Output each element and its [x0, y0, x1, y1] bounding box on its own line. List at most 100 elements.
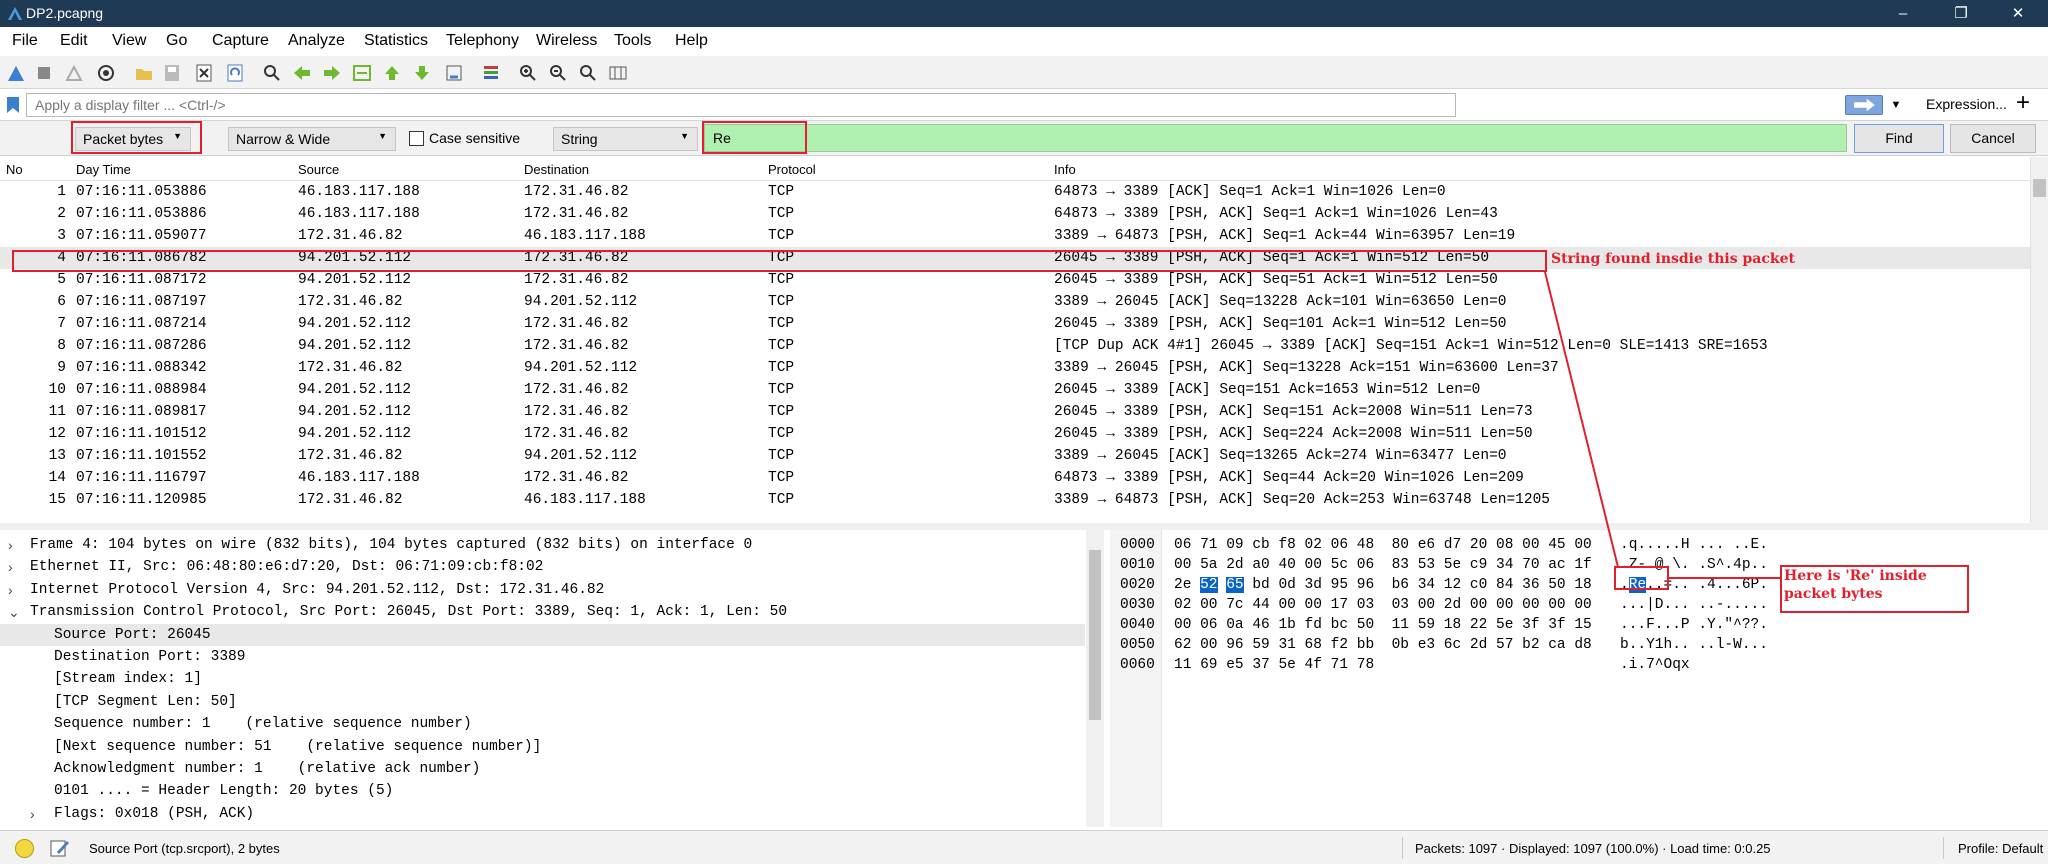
hex-byte[interactable]: 00 — [1174, 617, 1191, 633]
hex-byte[interactable]: 00 — [1200, 597, 1217, 613]
hex-byte[interactable]: 1b — [1278, 617, 1295, 633]
hex-byte[interactable]: 3f — [1522, 617, 1539, 633]
hex-byte[interactable]: 20 — [1470, 537, 1487, 553]
packet-row[interactable]: 7 07:16:11.087214 94.201.52.112 172.31.46.8… — [0, 313, 2030, 335]
hex-byte[interactable]: bb — [1357, 637, 1374, 653]
hex-byte[interactable]: 36 — [1522, 577, 1539, 593]
find-button[interactable]: Find — [1854, 124, 1944, 153]
hex-byte[interactable]: 96 — [1357, 577, 1374, 593]
hex-byte[interactable]: fd — [1305, 617, 1322, 633]
hex-byte[interactable]: 65 — [1226, 577, 1244, 593]
open-file-icon[interactable] — [134, 63, 154, 83]
hex-byte[interactable]: 5c — [1331, 557, 1348, 573]
search-type-select[interactable]: String ▼ — [553, 127, 698, 151]
hex-byte[interactable]: 00 — [1305, 557, 1322, 573]
hex-byte[interactable]: 59 — [1418, 617, 1435, 633]
bookmark-icon[interactable] — [5, 96, 21, 114]
menu-edit[interactable]: Edit — [60, 32, 88, 50]
hex-byte[interactable]: 4f — [1305, 657, 1322, 673]
hex-byte[interactable]: 50 — [1357, 617, 1374, 633]
hex-byte[interactable]: 00 — [1200, 637, 1217, 653]
hex-byte[interactable]: 83 — [1392, 557, 1409, 573]
hex-byte[interactable]: 00 — [1574, 597, 1591, 613]
hex-byte[interactable]: 03 — [1357, 597, 1374, 613]
menu-go[interactable]: Go — [166, 32, 187, 50]
hex-byte[interactable]: 18 — [1574, 577, 1591, 593]
start-capture-icon[interactable] — [6, 63, 26, 83]
hex-byte[interactable]: 5a — [1200, 557, 1217, 573]
hex-byte[interactable]: 00 — [1278, 597, 1295, 613]
zoom-in-icon[interactable] — [518, 63, 538, 83]
hex-byte[interactable]: e5 — [1226, 657, 1243, 673]
hex-byte[interactable]: 15 — [1574, 617, 1591, 633]
close-button[interactable]: ✕ — [1995, 0, 2041, 27]
hex-byte[interactable]: 00 — [1305, 597, 1322, 613]
hex-byte[interactable]: 59 — [1252, 637, 1269, 653]
packet-row[interactable]: 11 07:16:11.089817 94.201.52.112 172.31.46.… — [0, 401, 2030, 423]
hex-byte[interactable]: 84 — [1496, 577, 1513, 593]
packet-row[interactable]: 2 07:16:11.053886 46.183.117.188 172.31.46.… — [0, 203, 2030, 225]
details-scrollbar[interactable] — [1086, 530, 1104, 827]
stop-capture-icon[interactable] — [34, 63, 54, 83]
hex-byte[interactable]: 5e — [1444, 557, 1461, 573]
detail-line[interactable]: › Internet Protocol Version 4, Src: 94.20… — [0, 579, 1085, 601]
packet-row[interactable]: 15 07:16:11.120985 172.31.46.82 46.183.117.… — [0, 489, 2030, 511]
find-string-input[interactable] — [704, 124, 1847, 152]
hex-byte[interactable]: bd — [1252, 577, 1269, 593]
apply-filter-arrow-icon[interactable] — [1845, 95, 1883, 115]
hex-byte[interactable]: 62 — [1174, 637, 1191, 653]
restart-capture-icon[interactable] — [64, 63, 84, 83]
ascii-bytes[interactable]: .q.....H ... ..E. — [1620, 535, 1768, 555]
packet-row[interactable]: 3 07:16:11.059077 172.31.46.82 46.183.117.1… — [0, 225, 2030, 247]
hex-byte[interactable]: 00 — [1470, 597, 1487, 613]
hex-byte[interactable]: f2 — [1331, 637, 1348, 653]
hex-byte[interactable]: cb — [1252, 537, 1269, 553]
hex-bytes[interactable]: 00 5a 2d a0 40 00 5c 06 83 53 5e c9 34 7… — [1174, 555, 1592, 575]
hex-byte[interactable]: 44 — [1252, 597, 1269, 613]
pane-splitter[interactable] — [0, 523, 2048, 530]
colorize-icon[interactable] — [481, 63, 501, 83]
hex-byte[interactable]: 3d — [1305, 577, 1322, 593]
hex-byte[interactable]: 00 — [1418, 597, 1435, 613]
hex-byte[interactable]: 09 — [1226, 537, 1243, 553]
maximize-button[interactable]: ❐ — [1938, 0, 1984, 27]
detail-line[interactable]: [Next sequence number: 51 (relative sequ… — [0, 736, 1085, 758]
column-header-info[interactable]: Info — [1054, 162, 1076, 177]
add-filter-button[interactable]: + — [2016, 89, 2030, 117]
hex-byte[interactable]: c0 — [1470, 577, 1487, 593]
hex-byte[interactable]: b2 — [1522, 637, 1539, 653]
hex-byte[interactable]: 71 — [1331, 657, 1348, 673]
hex-byte[interactable]: 00 — [1522, 597, 1539, 613]
menu-view[interactable]: View — [112, 32, 146, 50]
hex-byte[interactable]: 0b — [1392, 637, 1409, 653]
hex-byte[interactable]: 06 — [1200, 617, 1217, 633]
hex-byte[interactable]: 11 — [1392, 617, 1409, 633]
hex-bytes[interactable]: 02 00 7c 44 00 00 17 03 03 00 2d 00 00 0… — [1174, 595, 1592, 615]
column-header-destination[interactable]: Destination — [524, 162, 589, 177]
column-header-no[interactable]: No — [6, 162, 23, 177]
hex-byte[interactable]: e6 — [1418, 537, 1435, 553]
menu-analyze[interactable]: Analyze — [288, 32, 345, 50]
detail-line[interactable]: › Flags: 0x018 (PSH, ACK) — [0, 803, 1085, 825]
hex-byte[interactable]: f8 — [1278, 537, 1295, 553]
close-file-icon[interactable] — [194, 63, 214, 83]
hex-byte[interactable]: 40 — [1278, 557, 1295, 573]
hex-byte[interactable]: 95 — [1331, 577, 1348, 593]
hex-byte[interactable]: 96 — [1226, 637, 1243, 653]
hex-byte[interactable]: 5e — [1278, 657, 1295, 673]
packet-row[interactable]: 13 07:16:11.101552 172.31.46.82 94.201.52.1… — [0, 445, 2030, 467]
hex-byte[interactable]: e3 — [1418, 637, 1435, 653]
hex-byte[interactable]: ca — [1548, 637, 1565, 653]
menu-capture[interactable]: Capture — [212, 32, 269, 50]
auto-scroll-icon[interactable] — [444, 63, 464, 83]
packet-row[interactable]: 8 07:16:11.087286 94.201.52.112 172.31.46.8… — [0, 335, 2030, 357]
hex-byte[interactable]: 57 — [1496, 637, 1513, 653]
hex-byte[interactable]: 2e — [1174, 577, 1191, 593]
hex-byte[interactable]: 00 — [1574, 537, 1591, 553]
detail-line[interactable]: Source Port: 26045 — [0, 623, 1085, 646]
packet-row[interactable]: 1 07:16:11.053886 46.183.117.188 172.31.46.… — [0, 181, 2030, 203]
hex-byte[interactable]: 34 — [1418, 577, 1435, 593]
packet-row[interactable]: 6 07:16:11.087197 172.31.46.82 94.201.52.11… — [0, 291, 2030, 313]
status-profile[interactable]: Profile: Default — [1958, 841, 2043, 856]
first-packet-icon[interactable] — [382, 63, 402, 83]
